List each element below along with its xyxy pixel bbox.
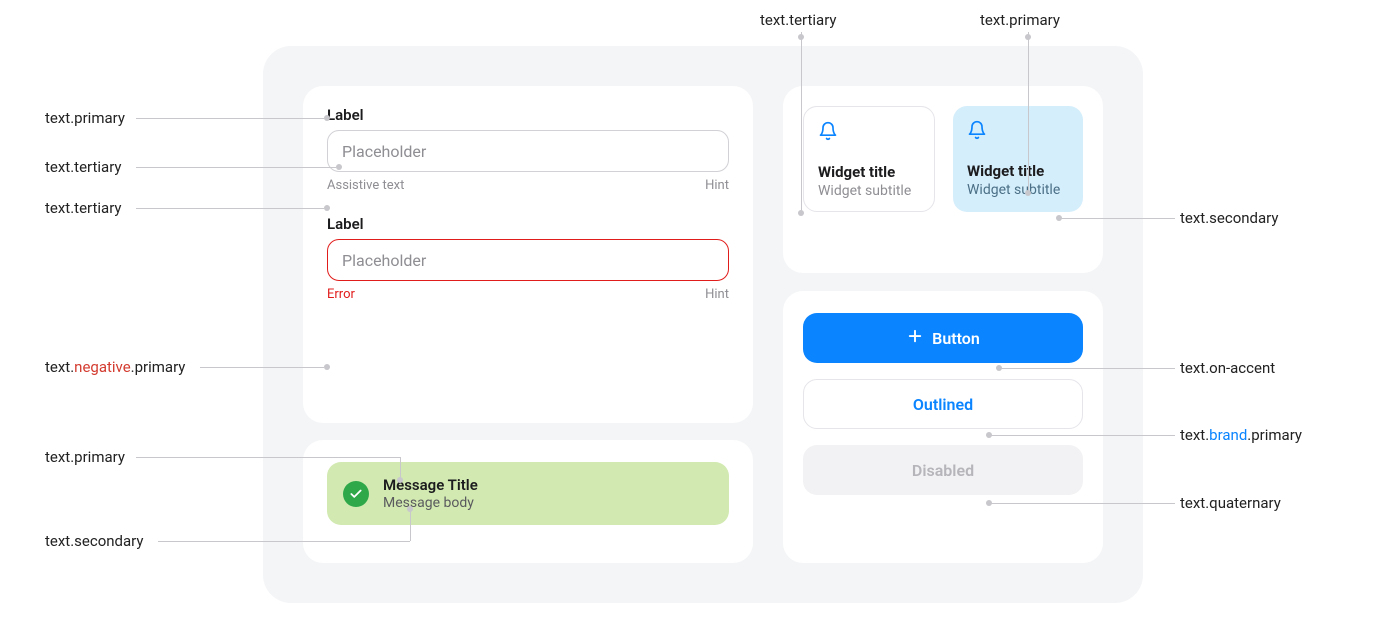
form-error-text: Error	[327, 287, 355, 302]
form-placeholder: Placeholder	[342, 142, 426, 161]
panel-forms: Label Placeholder Assistive text Hint La…	[303, 86, 753, 423]
leader-line	[200, 367, 324, 368]
leader-dot	[996, 365, 1002, 371]
anno-text-tertiary: text.tertiary	[45, 158, 122, 176]
anno-text-quaternary: text.quaternary	[1180, 494, 1281, 512]
leader-dot	[407, 506, 413, 512]
message-body: Message body	[383, 495, 478, 511]
button-outlined[interactable]: Outlined	[803, 379, 1083, 429]
form-assist-row: Assistive text Hint	[327, 178, 729, 193]
form-field-error: Label Placeholder Error Hint	[327, 215, 729, 302]
panel-buttons: Button Outlined Disabled	[783, 291, 1103, 563]
leader-dot	[986, 500, 992, 506]
form-assist-text: Assistive text	[327, 178, 404, 193]
leader-dot	[798, 210, 804, 216]
leader-dot	[397, 477, 403, 483]
leader-line	[410, 510, 411, 541]
leader-line	[990, 435, 1175, 436]
form-hint: Hint	[705, 178, 729, 193]
anno-text-tertiary: text.tertiary	[45, 199, 122, 217]
anno-text-secondary: text.secondary	[1180, 209, 1278, 227]
widget-title: Widget title	[967, 162, 1069, 180]
leader-dot	[986, 432, 992, 438]
leader-dot	[324, 205, 330, 211]
button-outlined-label: Outlined	[913, 395, 973, 414]
anno-text-primary: text.primary	[45, 109, 125, 127]
bell-icon	[818, 121, 920, 145]
leader-dot	[798, 34, 804, 40]
form-assist-row: Error Hint	[327, 287, 729, 302]
anno-text-negative-primary: text.negative.primary	[45, 358, 185, 376]
panel-message: Message Title Message body	[303, 440, 753, 563]
panel-widgets: Widget title Widget subtitle Widget titl…	[783, 86, 1103, 273]
button-primary-label: Button	[932, 329, 980, 348]
leader-line	[1028, 32, 1029, 192]
anno-text-secondary: text.secondary	[45, 532, 143, 550]
leader-line	[158, 541, 410, 542]
anno-text-primary: text.primary	[980, 11, 1060, 29]
leader-dot	[1025, 190, 1031, 196]
form-label: Label	[327, 106, 729, 124]
leader-line	[990, 503, 1175, 504]
anno-text-brand-primary: text.brand.primary	[1180, 426, 1302, 444]
form-input[interactable]: Placeholder	[327, 130, 729, 172]
leader-dot	[1025, 34, 1031, 40]
leader-line	[136, 208, 324, 209]
leader-line	[136, 457, 400, 458]
bell-icon	[967, 120, 1069, 144]
widget-subtitle: Widget subtitle	[967, 182, 1069, 198]
leader-line	[801, 32, 802, 212]
leader-dot	[1056, 215, 1062, 221]
leader-line	[136, 167, 336, 168]
plus-icon	[906, 327, 924, 349]
form-label: Label	[327, 215, 729, 233]
diagram-stage: Label Placeholder Assistive text Hint La…	[263, 46, 1143, 603]
widget-title: Widget title	[818, 163, 920, 181]
button-primary[interactable]: Button	[803, 313, 1083, 363]
form-hint: Hint	[705, 287, 729, 302]
leader-dot	[336, 164, 342, 170]
leader-line	[1060, 218, 1175, 219]
form-field-normal: Label Placeholder Assistive text Hint	[327, 106, 729, 193]
anno-text-tertiary: text.tertiary	[760, 11, 837, 29]
form-placeholder: Placeholder	[342, 251, 426, 270]
widget-card-outline[interactable]: Widget title Widget subtitle	[803, 106, 935, 212]
button-disabled-label: Disabled	[912, 461, 974, 480]
anno-text-primary: text.primary	[45, 448, 125, 466]
leader-dot	[324, 364, 330, 370]
widget-card-filled[interactable]: Widget title Widget subtitle	[953, 106, 1083, 212]
widget-row: Widget title Widget subtitle Widget titl…	[803, 106, 1083, 212]
leader-dot	[324, 115, 330, 121]
leader-line	[136, 118, 324, 119]
message-banner: Message Title Message body	[327, 462, 729, 525]
check-circle-icon	[343, 481, 369, 507]
leader-line	[400, 457, 401, 479]
anno-text-on-accent: text.on-accent	[1180, 359, 1275, 377]
leader-line	[1000, 368, 1175, 369]
form-input-error[interactable]: Placeholder	[327, 239, 729, 281]
button-disabled: Disabled	[803, 445, 1083, 495]
widget-subtitle: Widget subtitle	[818, 183, 920, 199]
